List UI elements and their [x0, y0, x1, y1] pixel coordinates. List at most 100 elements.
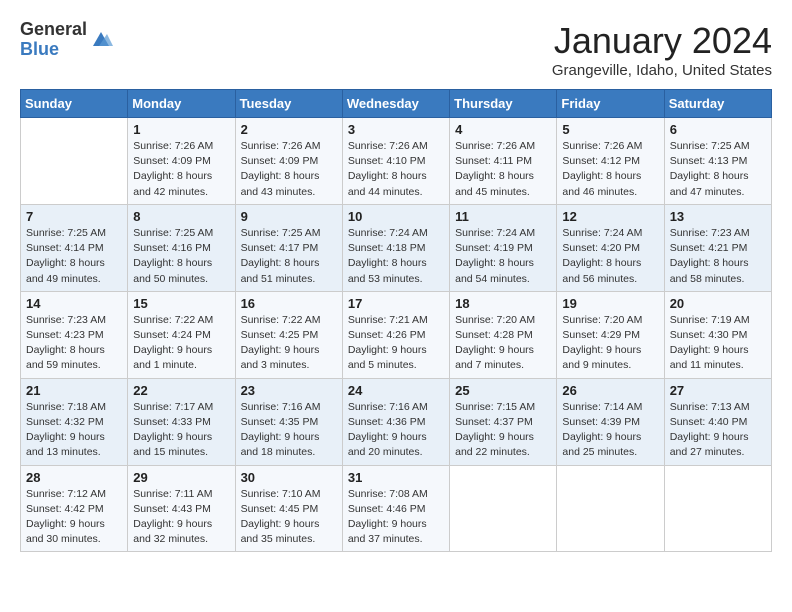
header-cell-thursday: Thursday [450, 90, 557, 118]
logo: General Blue [20, 20, 113, 60]
month-title: January 2024 [552, 20, 772, 62]
day-number: 16 [241, 296, 337, 311]
day-number: 2 [241, 122, 337, 137]
day-cell: 20 Sunrise: 7:19 AMSunset: 4:30 PMDayligh… [664, 291, 771, 378]
header-cell-saturday: Saturday [664, 90, 771, 118]
day-number: 13 [670, 209, 766, 224]
day-info: Sunrise: 7:24 AMSunset: 4:19 PMDaylight:… [455, 227, 535, 285]
day-info: Sunrise: 7:18 AMSunset: 4:32 PMDaylight:… [26, 401, 106, 459]
day-number: 25 [455, 383, 551, 398]
day-info: Sunrise: 7:26 AMSunset: 4:09 PMDaylight:… [133, 140, 213, 198]
day-cell: 27 Sunrise: 7:13 AMSunset: 4:40 PMDayligh… [664, 378, 771, 465]
day-cell: 3 Sunrise: 7:26 AMSunset: 4:10 PMDaylight… [342, 118, 449, 205]
day-info: Sunrise: 7:11 AMSunset: 4:43 PMDaylight:… [133, 488, 212, 546]
header-cell-monday: Monday [128, 90, 235, 118]
day-cell: 26Sunrise: 7:14 AMSunset: 4:39 PMDayligh… [557, 378, 664, 465]
header-cell-sunday: Sunday [21, 90, 128, 118]
day-number: 3 [348, 122, 444, 137]
day-info: Sunrise: 7:25 AMSunset: 4:17 PMDaylight:… [241, 227, 321, 285]
day-info: Sunrise: 7:21 AMSunset: 4:26 PMDaylight:… [348, 314, 428, 372]
day-number: 7 [26, 209, 122, 224]
day-number: 20 [670, 296, 766, 311]
day-info: Sunrise: 7:14 AMSunset: 4:39 PMDaylight:… [562, 401, 642, 459]
day-info: Sunrise: 7:13 AMSunset: 4:40 PMDaylight:… [670, 401, 750, 459]
header-cell-friday: Friday [557, 90, 664, 118]
day-number: 12 [562, 209, 658, 224]
day-info: Sunrise: 7:20 AMSunset: 4:28 PMDaylight:… [455, 314, 535, 372]
day-info: Sunrise: 7:16 AMSunset: 4:35 PMDaylight:… [241, 401, 321, 459]
day-cell: 17 Sunrise: 7:21 AMSunset: 4:26 PMDayligh… [342, 291, 449, 378]
week-row-2: 14Sunrise: 7:23 AMSunset: 4:23 PMDayligh… [21, 291, 772, 378]
week-row-0: 1 Sunrise: 7:26 AMSunset: 4:09 PMDaylight… [21, 118, 772, 205]
day-info: Sunrise: 7:25 AMSunset: 4:14 PMDaylight:… [26, 227, 106, 285]
day-info: Sunrise: 7:26 AMSunset: 4:11 PMDaylight:… [455, 140, 535, 198]
day-cell: 25 Sunrise: 7:15 AMSunset: 4:37 PMDayligh… [450, 378, 557, 465]
logo-general: General [20, 20, 87, 40]
day-number: 15 [133, 296, 229, 311]
day-cell [21, 118, 128, 205]
day-info: Sunrise: 7:26 AMSunset: 4:12 PMDaylight:… [562, 140, 642, 198]
day-info: Sunrise: 7:23 AMSunset: 4:21 PMDaylight:… [670, 227, 750, 285]
day-cell: 7 Sunrise: 7:25 AMSunset: 4:14 PMDaylight… [21, 204, 128, 291]
week-row-3: 21 Sunrise: 7:18 AMSunset: 4:32 PMDayligh… [21, 378, 772, 465]
day-cell: 5 Sunrise: 7:26 AMSunset: 4:12 PMDaylight… [557, 118, 664, 205]
day-cell: 1 Sunrise: 7:26 AMSunset: 4:09 PMDaylight… [128, 118, 235, 205]
day-info: Sunrise: 7:16 AMSunset: 4:36 PMDaylight:… [348, 401, 428, 459]
day-number: 19 [562, 296, 658, 311]
day-number: 10 [348, 209, 444, 224]
week-row-4: 28 Sunrise: 7:12 AMSunset: 4:42 PMDayligh… [21, 465, 772, 552]
day-number: 5 [562, 122, 658, 137]
day-info: Sunrise: 7:15 AMSunset: 4:37 PMDaylight:… [455, 401, 535, 459]
day-cell: 28 Sunrise: 7:12 AMSunset: 4:42 PMDayligh… [21, 465, 128, 552]
day-number: 22 [133, 383, 229, 398]
day-number: 21 [26, 383, 122, 398]
day-number: 29 [133, 470, 229, 485]
day-number: 4 [455, 122, 551, 137]
day-cell: 30Sunrise: 7:10 AMSunset: 4:45 PMDayligh… [235, 465, 342, 552]
header-cell-wednesday: Wednesday [342, 90, 449, 118]
day-cell: 13 Sunrise: 7:23 AMSunset: 4:21 PMDayligh… [664, 204, 771, 291]
day-cell: 22 Sunrise: 7:17 AMSunset: 4:33 PMDayligh… [128, 378, 235, 465]
day-info: Sunrise: 7:26 AMSunset: 4:10 PMDaylight:… [348, 140, 428, 198]
day-cell: 24 Sunrise: 7:16 AMSunset: 4:36 PMDayligh… [342, 378, 449, 465]
day-info: Sunrise: 7:22 AMSunset: 4:24 PMDaylight:… [133, 314, 213, 372]
day-info: Sunrise: 7:22 AMSunset: 4:25 PMDaylight:… [241, 314, 321, 372]
day-number: 8 [133, 209, 229, 224]
day-cell: 18 Sunrise: 7:20 AMSunset: 4:28 PMDayligh… [450, 291, 557, 378]
day-info: Sunrise: 7:26 AMSunset: 4:09 PMDaylight:… [241, 140, 321, 198]
day-number: 23 [241, 383, 337, 398]
day-number: 11 [455, 209, 551, 224]
week-row-1: 7 Sunrise: 7:25 AMSunset: 4:14 PMDaylight… [21, 204, 772, 291]
title-block: January 2024 Grangeville, Idaho, United … [552, 20, 772, 79]
day-cell: 23 Sunrise: 7:16 AMSunset: 4:35 PMDayligh… [235, 378, 342, 465]
day-cell: 21 Sunrise: 7:18 AMSunset: 4:32 PMDayligh… [21, 378, 128, 465]
day-info: Sunrise: 7:25 AMSunset: 4:16 PMDaylight:… [133, 227, 213, 285]
day-info: Sunrise: 7:08 AMSunset: 4:46 PMDaylight:… [348, 488, 428, 546]
day-cell: 14Sunrise: 7:23 AMSunset: 4:23 PMDayligh… [21, 291, 128, 378]
day-number: 27 [670, 383, 766, 398]
day-info: Sunrise: 7:12 AMSunset: 4:42 PMDaylight:… [26, 488, 106, 546]
header-row: SundayMondayTuesdayWednesdayThursdayFrid… [21, 90, 772, 118]
day-info: Sunrise: 7:24 AMSunset: 4:20 PMDaylight:… [562, 227, 642, 285]
day-info: Sunrise: 7:23 AMSunset: 4:23 PMDaylight:… [26, 314, 106, 372]
day-info: Sunrise: 7:24 AMSunset: 4:18 PMDaylight:… [348, 227, 428, 285]
day-number: 24 [348, 383, 444, 398]
day-cell: 16 Sunrise: 7:22 AMSunset: 4:25 PMDayligh… [235, 291, 342, 378]
day-cell [664, 465, 771, 552]
day-cell: 9Sunrise: 7:25 AMSunset: 4:17 PMDaylight… [235, 204, 342, 291]
day-info: Sunrise: 7:17 AMSunset: 4:33 PMDaylight:… [133, 401, 213, 459]
header-cell-tuesday: Tuesday [235, 90, 342, 118]
day-info: Sunrise: 7:19 AMSunset: 4:30 PMDaylight:… [670, 314, 750, 372]
day-cell [557, 465, 664, 552]
day-cell: 31Sunrise: 7:08 AMSunset: 4:46 PMDayligh… [342, 465, 449, 552]
day-cell: 11 Sunrise: 7:24 AMSunset: 4:19 PMDayligh… [450, 204, 557, 291]
day-number: 17 [348, 296, 444, 311]
day-cell: 12 Sunrise: 7:24 AMSunset: 4:20 PMDayligh… [557, 204, 664, 291]
day-number: 18 [455, 296, 551, 311]
day-cell: 29 Sunrise: 7:11 AMSunset: 4:43 PMDayligh… [128, 465, 235, 552]
day-number: 28 [26, 470, 122, 485]
day-number: 1 [133, 122, 229, 137]
day-cell [450, 465, 557, 552]
location: Grangeville, Idaho, United States [552, 62, 772, 79]
day-info: Sunrise: 7:25 AMSunset: 4:13 PMDaylight:… [670, 140, 750, 198]
